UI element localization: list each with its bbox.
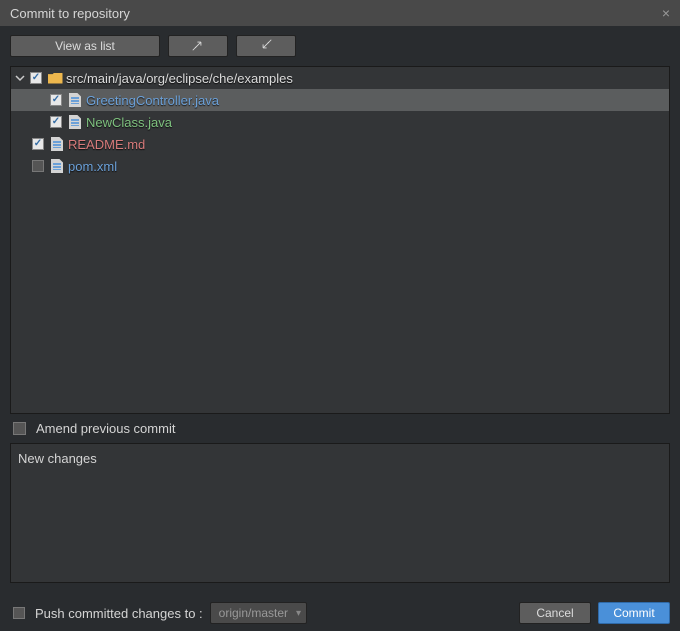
commit-button[interactable]: Commit: [598, 602, 670, 624]
commit-message-container: [10, 443, 670, 583]
footer: Push committed changes to : origin/maste…: [10, 602, 670, 624]
collapse-all-button[interactable]: [236, 35, 296, 57]
view-as-list-button[interactable]: View as list: [10, 35, 160, 57]
toolbar: View as list: [0, 26, 680, 66]
folder-icon: [47, 70, 63, 86]
dialog-titlebar: Commit to repository ×: [0, 0, 680, 26]
file-name: NewClass.java: [86, 115, 172, 130]
folder-checkbox[interactable]: [30, 72, 42, 84]
file-name: README.md: [68, 137, 145, 152]
amend-label: Amend previous commit: [36, 421, 175, 436]
file-checkbox[interactable]: [32, 138, 44, 150]
file-name: pom.xml: [68, 159, 117, 174]
cancel-label: Cancel: [536, 606, 573, 620]
tree-file-row[interactable]: README.md: [11, 133, 669, 155]
tree-file-row[interactable]: NewClass.java: [11, 111, 669, 133]
amend-checkbox[interactable]: [13, 422, 26, 435]
commit-label: Commit: [613, 606, 654, 620]
chevron-down-icon[interactable]: [13, 73, 27, 83]
file-checkbox[interactable]: [32, 160, 44, 172]
tree-file-row[interactable]: pom.xml: [11, 155, 669, 177]
tree-file-row[interactable]: GreetingController.java: [11, 89, 669, 111]
file-icon: [67, 114, 83, 130]
remote-select[interactable]: origin/master: [210, 602, 307, 624]
folder-path: src/main/java/org/eclipse/che/examples: [66, 71, 293, 86]
file-name: GreetingController.java: [86, 93, 219, 108]
dialog-title: Commit to repository: [10, 6, 130, 21]
close-icon[interactable]: ×: [662, 5, 670, 21]
expand-all-button[interactable]: [168, 35, 228, 57]
file-checkbox[interactable]: [50, 116, 62, 128]
expand-icon: [191, 38, 205, 55]
push-checkbox[interactable]: [13, 607, 25, 619]
cancel-button[interactable]: Cancel: [519, 602, 591, 624]
remote-selected: origin/master: [219, 606, 288, 620]
push-label: Push committed changes to :: [35, 606, 203, 621]
tree-folder-row[interactable]: src/main/java/org/eclipse/che/examples: [11, 67, 669, 89]
file-tree: src/main/java/org/eclipse/che/examples G…: [10, 66, 670, 414]
view-as-list-label: View as list: [55, 39, 115, 53]
file-icon: [49, 136, 65, 152]
file-icon: [67, 92, 83, 108]
commit-message-input[interactable]: [11, 444, 669, 582]
file-icon: [49, 158, 65, 174]
amend-row: Amend previous commit: [0, 414, 680, 443]
file-checkbox[interactable]: [50, 94, 62, 106]
collapse-icon: [259, 38, 273, 55]
